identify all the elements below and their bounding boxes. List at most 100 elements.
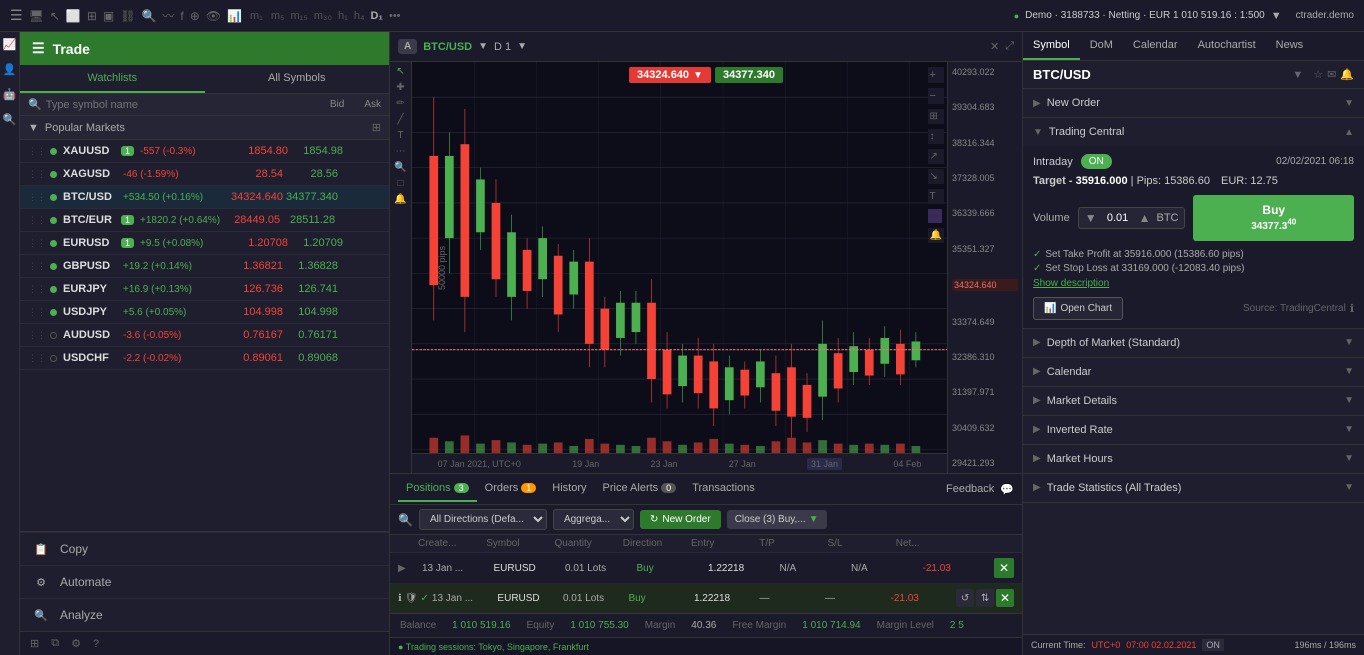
tab-price-alerts[interactable]: Price Alerts 0 xyxy=(595,476,685,502)
tc-info-icon[interactable]: ℹ xyxy=(1350,302,1354,315)
cursor-tool[interactable]: ↖ xyxy=(396,66,404,77)
tab-transactions[interactable]: Transactions xyxy=(684,476,763,502)
sym-bell-icon[interactable]: 🔔 xyxy=(1340,68,1354,81)
tab-symbol[interactable]: Symbol xyxy=(1023,32,1080,60)
dropdown-chevron[interactable]: ▼ xyxy=(478,41,488,52)
chart-symbol[interactable]: BTC/USD xyxy=(423,41,472,53)
vol-up-btn[interactable]: ▲ xyxy=(1139,211,1151,225)
aggregation-filter[interactable]: Aggrega... xyxy=(553,509,634,530)
trend-down-icon[interactable]: ↘ xyxy=(928,169,944,184)
duplicate-icon[interactable]: ⧉ xyxy=(51,637,59,650)
fib-tool[interactable]: ⋯ xyxy=(396,146,406,157)
row-close-btn[interactable]: ✕ xyxy=(994,558,1014,578)
list-item[interactable]: ⋮⋮ BTC/USD +534.50 (+0.16%) 34324.640 34… xyxy=(20,186,389,209)
search-input[interactable] xyxy=(46,99,330,111)
account-label[interactable]: ctrader.demo xyxy=(1296,10,1354,21)
list-item[interactable]: ⋮⋮ XAGUSD -46 (-1.59%) 28.54 28.56 xyxy=(20,163,389,186)
tc-section-header[interactable]: ▼ Trading Central ▲ xyxy=(1023,118,1364,146)
show-desc-link[interactable]: Show description xyxy=(1033,278,1354,289)
tab-calendar[interactable]: Calendar xyxy=(1123,32,1188,60)
bot-icon[interactable]: 🤖 xyxy=(3,88,17,101)
pen-tool[interactable]: ✏ xyxy=(396,98,404,109)
sym-star-icon[interactable]: ☆ xyxy=(1313,68,1323,81)
chart-expand-icon[interactable]: ⤢ xyxy=(1005,40,1014,53)
market-hours-header[interactable]: ▶ Market Hours ▼ xyxy=(1023,445,1364,473)
buy-button[interactable]: Buy 34377.340 xyxy=(1193,195,1354,241)
direction-filter[interactable]: All Directions (Defa... xyxy=(419,509,547,530)
trend-up-icon[interactable]: ↗ xyxy=(928,149,944,164)
zoom-in-tool[interactable]: 🔍 xyxy=(394,162,406,173)
close-positions-button[interactable]: Close (3) Buy,... ▼ xyxy=(727,510,827,529)
new-order-section-header[interactable]: ▶ New Order ▼ xyxy=(1023,89,1364,117)
reverse-icon[interactable]: ↺ xyxy=(956,589,974,607)
chart-timeframe[interactable]: D 1 xyxy=(494,41,511,53)
chart-close-icon[interactable]: ✕ xyxy=(990,40,999,53)
partial-close-icon[interactable]: ⇅ xyxy=(976,589,994,607)
tc-toggle[interactable]: ON xyxy=(1081,154,1112,169)
tab-positions[interactable]: Positions 3 xyxy=(398,476,477,502)
layout-icon[interactable]: ⊞ xyxy=(30,637,39,650)
tab-dom[interactable]: DoM xyxy=(1080,32,1123,60)
dropdown-icon[interactable]: ▼ xyxy=(1271,10,1282,22)
settings-icon[interactable]: ⚙ xyxy=(71,637,81,650)
tab-autochartist[interactable]: Autochartist xyxy=(1188,32,1266,60)
alert-bell-icon[interactable]: 🔔 xyxy=(928,228,944,243)
tab-watchlists[interactable]: Watchlists xyxy=(20,65,205,93)
list-item[interactable]: ⋮⋮ BTC/EUR 1 +1820.2 (+0.64%) 28449.05 2… xyxy=(20,209,389,232)
fit-icon[interactable]: ⊞ xyxy=(928,109,944,124)
list-item[interactable]: ⋮⋮ EURJPY +16.9 (+0.13%) 126.736 126.741 xyxy=(20,278,389,301)
inverted-rate-header[interactable]: ▶ Inverted Rate ▼ xyxy=(1023,416,1364,444)
menu-icon[interactable]: ☰ xyxy=(10,7,23,24)
pos-search-icon[interactable]: 🔍 xyxy=(398,513,413,527)
sym-mail-icon[interactable]: ✉ xyxy=(1327,68,1336,81)
list-item[interactable]: ⋮⋮ AUDUSD -3.6 (-0.05%) 0.76167 0.76171 xyxy=(20,324,389,347)
vol-down-btn[interactable]: ▼ xyxy=(1085,211,1097,225)
list-item[interactable]: ⋮⋮ USDCHF -2.2 (-0.02%) 0.89061 0.89068 xyxy=(20,347,389,370)
nav-item-automate[interactable]: ⚙ Automate xyxy=(20,565,389,598)
popular-markets-header[interactable]: ▼ Popular Markets ⊞ xyxy=(20,116,389,140)
table-row[interactable]: ℹ 🛡 ✓ 13 Jan ... EURUSD 0.01 Lots Buy 1.… xyxy=(390,584,1022,613)
nav-item-analyze[interactable]: 🔍 Analyze xyxy=(20,598,389,631)
calendar-section-header[interactable]: ▶ Calendar ▼ xyxy=(1023,358,1364,386)
sym-dropdown-icon[interactable]: ▼ xyxy=(1292,69,1303,81)
crosshair-tool[interactable]: ✚ xyxy=(396,82,404,93)
tab-history[interactable]: History xyxy=(544,476,594,502)
grid-view-icon[interactable]: ⊞ xyxy=(372,121,381,134)
text-draw-icon[interactable]: T xyxy=(928,189,944,204)
dom-section-header[interactable]: ▶ Depth of Market (Standard) ▼ xyxy=(1023,329,1364,357)
zoom-in-icon[interactable]: + xyxy=(928,67,944,83)
feedback-label[interactable]: Feedback xyxy=(946,483,994,495)
help-icon[interactable]: ? xyxy=(93,638,99,650)
chart-small-icon[interactable]: 📈 xyxy=(3,38,17,51)
tf-dropdown[interactable]: ▼ xyxy=(517,41,527,52)
magnify-icon[interactable]: 🔍 xyxy=(3,113,17,126)
color-square-icon[interactable] xyxy=(928,209,942,223)
tp-check-icon[interactable]: ✓ xyxy=(1033,249,1041,260)
trade-menu-icon[interactable]: ☰ xyxy=(32,40,45,57)
text-tool[interactable]: T xyxy=(397,130,403,141)
list-item[interactable]: ⋮⋮ XAUUSD 1 -557 (-0.3%) 1854.80 1854.98 xyxy=(20,140,389,163)
zoom-out-icon[interactable]: − xyxy=(928,88,944,104)
line-tool[interactable]: ╱ xyxy=(397,114,403,125)
market-details-header[interactable]: ▶ Market Details ▼ xyxy=(1023,387,1364,415)
volume-input[interactable] xyxy=(1100,212,1136,224)
alert-tool[interactable]: 🔔 xyxy=(394,194,406,205)
sl-check-icon[interactable]: ✓ xyxy=(1033,263,1041,274)
list-item[interactable]: ⋮⋮ USDJPY +5.6 (+0.05%) 104.998 104.998 xyxy=(20,301,389,324)
price-scale-icon[interactable]: ↕ xyxy=(928,129,944,144)
list-item[interactable]: ⋮⋮ EURUSD 1 +9.5 (+0.08%) 1.20708 1.2070… xyxy=(20,232,389,255)
shape-tool[interactable]: □ xyxy=(397,178,403,189)
feedback-icon[interactable]: 💬 xyxy=(1000,483,1014,496)
row-expand-icon[interactable]: ▶ xyxy=(398,563,418,574)
row-close-btn[interactable]: ✕ xyxy=(996,589,1014,607)
person-icon[interactable]: 👤 xyxy=(3,63,17,76)
on-label[interactable]: ON xyxy=(1202,639,1224,651)
tab-all-symbols[interactable]: All Symbols xyxy=(205,65,390,93)
table-row[interactable]: ▶ 13 Jan ... EURUSD 0.01 Lots Buy 1.2221… xyxy=(390,553,1022,584)
tab-orders[interactable]: Orders 1 xyxy=(477,476,545,502)
nav-item-copy[interactable]: 📋 Copy xyxy=(20,532,389,565)
open-chart-button[interactable]: 📊 Open Chart xyxy=(1033,297,1123,320)
trade-stats-header[interactable]: ▶ Trade Statistics (All Trades) ▼ xyxy=(1023,474,1364,502)
new-order-button[interactable]: ↻ New Order xyxy=(640,510,721,529)
tab-news[interactable]: News xyxy=(1266,32,1314,60)
